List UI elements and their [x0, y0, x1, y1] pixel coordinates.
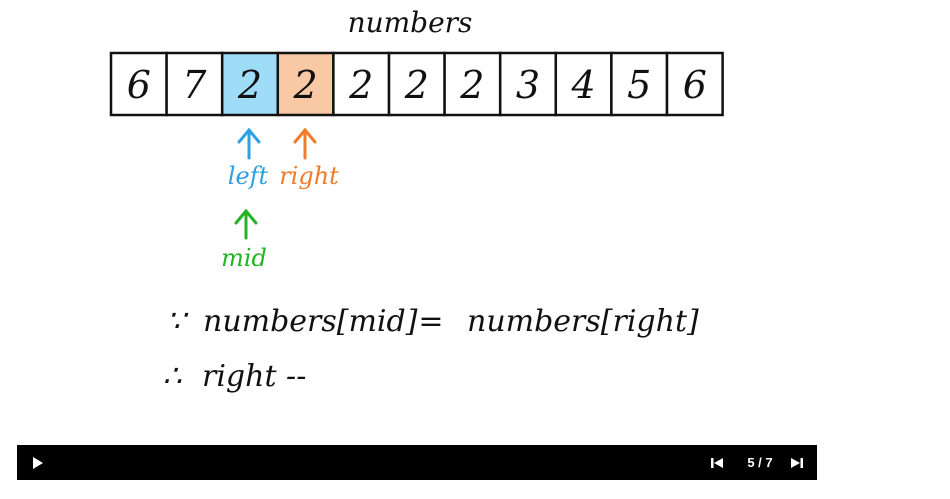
right-label: right	[279, 162, 339, 190]
array: 67222223456	[109, 51, 724, 117]
skip-next-icon	[791, 457, 803, 468]
array-cell-value: 5	[627, 63, 651, 107]
rhs-expression: numbers[right]	[467, 304, 699, 339]
mid-pointer: mid	[221, 208, 267, 272]
play-button[interactable]	[25, 445, 51, 480]
array-cell: 6	[665, 51, 724, 117]
right-arrow-icon	[293, 127, 317, 160]
array-cell: 3	[498, 51, 558, 117]
array-cell: 7	[165, 51, 224, 117]
array-title: numbers	[348, 6, 473, 39]
mid-arrow-icon	[234, 208, 258, 240]
array-cell: 2	[332, 51, 391, 117]
array-cell: 2	[276, 51, 335, 117]
mid-label: mid	[221, 244, 267, 272]
player-control-bar: 5 / 7	[17, 445, 817, 480]
array-cell-value: 2	[348, 63, 373, 107]
array-cell-value: 4	[571, 63, 596, 107]
right-pointer: right	[279, 127, 339, 190]
array-cell-value: 2	[293, 63, 318, 107]
previous-step-button[interactable]	[705, 445, 729, 480]
play-icon	[33, 456, 43, 469]
array-cell: 2	[443, 51, 502, 117]
lhs-expression: numbers[mid]	[203, 304, 418, 339]
because-symbol: ∵	[166, 304, 188, 339]
array-cell-value: 2	[237, 63, 262, 107]
array-cell-value: 2	[404, 63, 429, 107]
reasoning-line-2: ∴ right --	[162, 359, 306, 394]
equals-sign: =	[418, 304, 443, 339]
array-cell-value: 7	[182, 63, 207, 107]
array-cell-value: 2	[459, 63, 484, 107]
decrement-expression: right --	[202, 359, 306, 394]
reasoning-line-1: ∵ numbers[mid] = numbers[right]	[166, 304, 699, 339]
array-cell: 2	[220, 51, 280, 117]
left-pointer: left	[228, 127, 269, 190]
left-label: left	[228, 162, 269, 190]
array-cell: 2	[387, 51, 446, 117]
array-cell-value: 6	[683, 63, 707, 107]
next-step-button[interactable]	[785, 445, 809, 480]
step-counter: 5 / 7	[747, 455, 773, 470]
diagram-canvas: numbers 67222223456 left right mid ∵ num…	[109, 6, 724, 394]
therefore-symbol: ∴	[162, 359, 181, 394]
array-cell-value: 6	[127, 63, 151, 107]
left-arrow-icon	[237, 127, 261, 160]
array-cell: 4	[554, 51, 613, 117]
array-cell: 5	[610, 51, 669, 117]
array-cell: 6	[109, 51, 168, 117]
array-cell-value: 3	[516, 63, 540, 107]
skip-previous-icon	[711, 457, 723, 468]
